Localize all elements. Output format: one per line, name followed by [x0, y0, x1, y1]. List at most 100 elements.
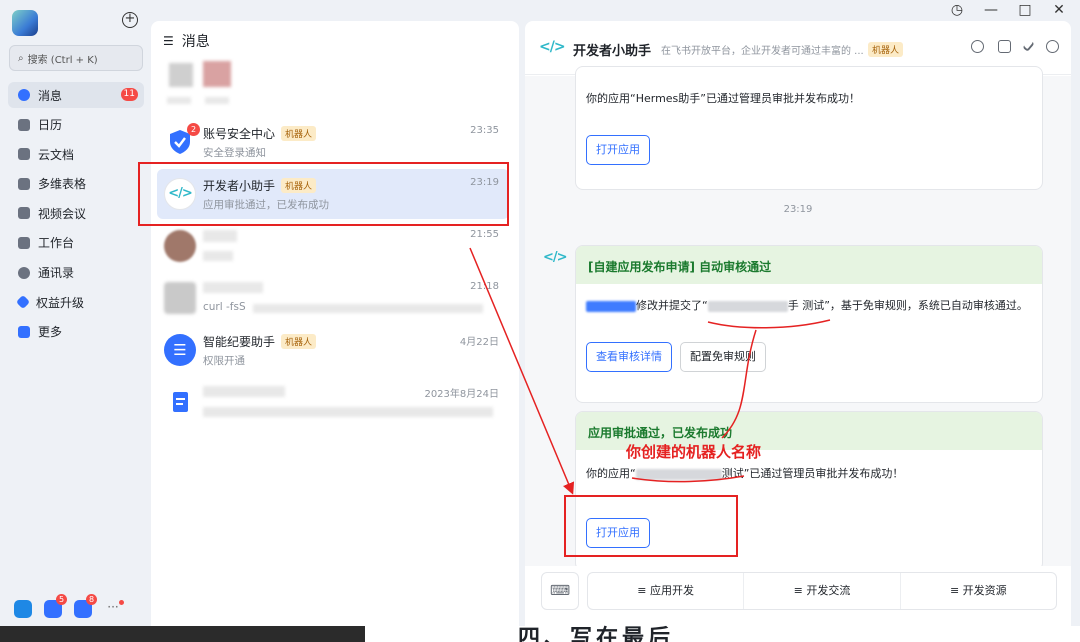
keyboard-icon[interactable]: ⌨ — [541, 572, 579, 610]
quick-menu-item[interactable]: ≡ 应用开发 — [588, 573, 745, 609]
chat-preview: 权限开通 — [203, 355, 245, 367]
background-heading: 四、写在最后 — [518, 626, 675, 642]
quick-menu: ≡ 应用开发 ≡ 开发交流 ≡ 开发资源 — [587, 572, 1057, 610]
chat-preview: 安全登录通知 — [203, 147, 266, 159]
sidebar-item-workplace[interactable]: 工作台 — [8, 230, 144, 256]
avatar[interactable] — [12, 10, 38, 36]
open-app-button[interactable]: 打开应用 — [586, 135, 650, 165]
view-review-details-button[interactable]: 查看审核详情 — [586, 342, 672, 372]
list-item-selected[interactable]: </> 开发者小助手 机器人 应用审批通过，已发布成功 23:19 — [157, 169, 509, 219]
bot-logo-icon: </> — [543, 250, 568, 265]
card-text: 你的应用“ 测试”已通过管理员审批并发布成功！ — [586, 467, 904, 480]
app-icon[interactable]: 8 — [74, 594, 97, 618]
search-icon: ⌕ — [18, 52, 24, 64]
header-actions — [971, 39, 1059, 53]
card-text: 你的应用“Hermes助手”已通过管理员审批并发布成功！ — [586, 92, 860, 105]
list-item[interactable]: curl -fsS 21:18 — [157, 273, 509, 323]
sidebar-item-meetings[interactable]: 视频会议 — [8, 200, 144, 226]
bot-tag: 机器人 — [281, 178, 317, 193]
message-list: ☰ 消息 2 账号安全中心 机器人 安全登录通知 23:35 </> 开发者小助手… — [151, 21, 519, 628]
bot-tag: 机器人 — [281, 126, 317, 141]
chat-time: 21:55 — [470, 229, 499, 240]
list-title: ☰ 消息 — [163, 34, 210, 50]
table-icon — [18, 177, 30, 190]
grid-icon — [18, 236, 30, 249]
clock-icon[interactable]: ◷ — [950, 2, 964, 18]
close-button[interactable]: ✕ — [1052, 2, 1066, 18]
document-icon — [18, 148, 30, 161]
list-item[interactable]: 21:55 — [157, 221, 509, 271]
sidebar-item-contacts[interactable]: 通讯录 — [8, 260, 144, 286]
sidebar-nav: 消息 11 日历 云文档 多维表格 视频会议 工作台 通讯录 权益升级 更多 — [8, 82, 144, 348]
gear-icon[interactable] — [1046, 40, 1059, 53]
timestamp: 23:19 — [783, 204, 813, 215]
chat-name: 账号安全中心 — [203, 127, 276, 141]
diamond-icon — [15, 295, 31, 310]
list-item[interactable]: 2 账号安全中心 机器人 安全登录通知 23:35 — [157, 117, 509, 167]
search-icon[interactable] — [971, 40, 984, 53]
background-document: 四、写在最后 — [0, 626, 1080, 642]
chat-time: 23:35 — [470, 125, 499, 136]
sidebar-item-messages[interactable]: 消息 11 — [8, 82, 144, 108]
chat-icon — [18, 89, 30, 101]
sidebar-item-more[interactable]: 更多 — [8, 319, 144, 345]
chat-preview: 应用审批通过，已发布成功 — [203, 199, 329, 211]
open-app-button[interactable]: 打开应用 — [586, 518, 650, 548]
unread-badge: 2 — [187, 123, 200, 136]
chat-preview: curl -fsS — [203, 301, 246, 313]
unread-badge: 11 — [120, 88, 138, 101]
bot-logo-icon: </> — [164, 178, 196, 210]
lark-window: ◷ — □ ✕ + ⌕ 搜索 (Ctrl + K) 消息 11 日历 云文档 多… — [0, 0, 1080, 642]
avatar — [164, 282, 196, 314]
sidebar-item-docs[interactable]: 云文档 — [8, 141, 144, 167]
sidebar-item-calendar[interactable]: 日历 — [8, 112, 144, 138]
dock: 5 8 ··· — [14, 594, 124, 618]
sidebar-item-base[interactable]: 多维表格 — [8, 171, 144, 197]
app-icon[interactable]: 5 — [44, 594, 67, 618]
chat-pane: </> 开发者小助手 在飞书开放平台，企业开发者可通过丰富的 ... 机器人 你… — [525, 21, 1071, 628]
maximize-button[interactable]: □ — [1018, 2, 1032, 18]
avatar-label — [167, 97, 191, 104]
sidebar: + ⌕ 搜索 (Ctrl + K) 消息 11 日历 云文档 多维表格 视频会议… — [0, 0, 150, 626]
bot-tag: 机器人 — [281, 334, 317, 349]
chat-title: 开发者小助手 — [573, 44, 652, 59]
window-controls: ◷ — □ ✕ — [950, 0, 1080, 20]
minimize-button[interactable]: — — [984, 2, 998, 18]
document-icon — [164, 386, 196, 418]
annotation-label: 你创建的机器人名称 — [626, 443, 762, 461]
menu-icon[interactable]: ☰ — [163, 34, 174, 48]
bot-logo-icon: </> — [539, 39, 566, 55]
chat-name: 开发者小助手 — [203, 179, 276, 193]
message-area: 你的应用“Hermes助手”已通过管理员审批并发布成功！ 打开应用 23:19 … — [525, 66, 1071, 571]
message-card: 应用审批通过，已发布成功 你的应用“ 测试”已通过管理员审批并发布成功！ 打开应用 — [575, 411, 1043, 571]
more-icon[interactable]: ··· — [104, 600, 124, 618]
avatar-label — [205, 97, 229, 104]
bot-tag: 机器人 — [868, 42, 904, 57]
message-card: [自建应用发布申请] 自动审核通过 修改并提交了“ 手 测试”，基于免审规则，系统… — [575, 245, 1043, 403]
message-card: 你的应用“Hermes助手”已通过管理员审批并发布成功！ 打开应用 — [575, 66, 1043, 190]
chat-time: 21:18 — [470, 281, 499, 292]
quick-menu-item[interactable]: ≡ 开发交流 — [744, 573, 901, 609]
app-icon[interactable] — [14, 600, 32, 618]
list-item[interactable]: ☰ 智能纪要助手 机器人 权限开通 4月22日 — [157, 325, 509, 375]
person-icon — [18, 266, 30, 279]
chat-name: 智能纪要助手 — [203, 335, 276, 349]
avatar — [164, 230, 196, 262]
configure-rule-button[interactable]: 配置免审规则 — [680, 342, 766, 372]
avatar[interactable] — [169, 63, 193, 87]
search-input[interactable]: ⌕ 搜索 (Ctrl + K) — [9, 45, 143, 71]
add-chat-icon[interactable] — [998, 40, 1011, 53]
chat-description: 在飞书开放平台，企业开发者可通过丰富的 ... — [661, 46, 864, 57]
chat-time: 2023年8月24日 — [424, 389, 499, 400]
list-item[interactable]: 2023年8月24日 — [157, 377, 509, 427]
calendar-icon — [18, 118, 30, 131]
card-header: [自建应用发布申请] 自动审核通过 — [576, 246, 1042, 284]
add-icon[interactable]: + — [122, 12, 138, 28]
chat-time: 4月22日 — [459, 337, 499, 348]
check-icon[interactable] — [1022, 39, 1035, 52]
sidebar-item-upgrade[interactable]: 权益升级 — [8, 289, 144, 315]
avatar[interactable] — [203, 61, 231, 87]
card-text: 修改并提交了“ 手 测试”，基于免审规则，系统已自动审核通过。 — [586, 296, 1032, 316]
chat-time: 23:19 — [470, 177, 499, 188]
quick-menu-item[interactable]: ≡ 开发资源 — [901, 573, 1056, 609]
